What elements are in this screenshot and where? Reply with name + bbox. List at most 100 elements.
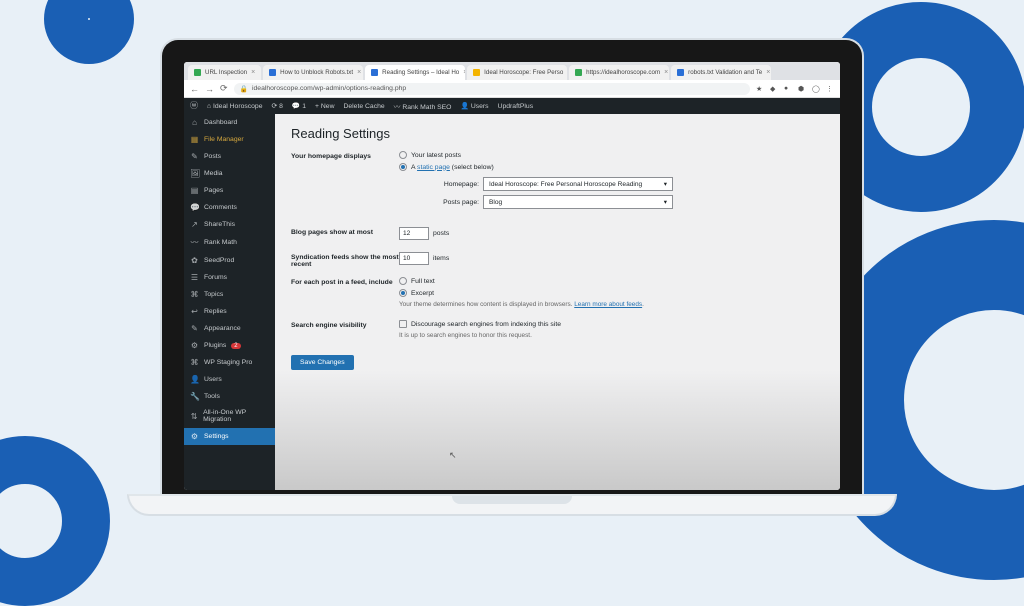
gear-icon: ⚙	[190, 432, 199, 441]
page-title: Reading Settings	[291, 126, 824, 141]
update-badge: 2	[231, 343, 240, 349]
sidebar-item-settings[interactable]: ⚙Settings	[184, 428, 275, 445]
new-link[interactable]: + New	[315, 103, 334, 110]
radio-full-text[interactable]	[399, 277, 407, 285]
staging-icon: ⌘	[190, 358, 199, 367]
radio-label: Your latest posts	[411, 152, 461, 159]
sidebar-item-dashboard[interactable]: ⌂Dashboard	[184, 114, 275, 131]
sidebar-item-forums[interactable]: ☰Forums	[184, 269, 275, 286]
sidebar-item-users[interactable]: 👤Users	[184, 371, 275, 388]
back-icon[interactable]: ←	[190, 84, 199, 94]
page-icon: ▤	[190, 186, 199, 195]
label-syndication: Syndication feeds show the most recent	[291, 252, 399, 268]
sidebar-item-rankmath[interactable]: 〰Rank Math	[184, 233, 275, 252]
close-icon[interactable]: ×	[664, 69, 668, 76]
checkbox-discourage[interactable]	[399, 320, 407, 328]
sidebar-item-plugins[interactable]: ⚙Plugins2	[184, 337, 275, 354]
browser-tab[interactable]: robots.txt Validation and Te×	[671, 65, 771, 80]
menu-icon[interactable]: ⋮	[826, 85, 834, 93]
extension-icon[interactable]: ★	[756, 85, 764, 93]
sidebar-item-seedprod[interactable]: ✿SeedProd	[184, 252, 275, 269]
sidebar-item-file-manager[interactable]: ▦File Manager	[184, 131, 275, 148]
delete-cache-link[interactable]: Delete Cache	[343, 103, 384, 110]
label-blog-pages: Blog pages show at most	[291, 227, 399, 236]
rankmath-icon: 〰	[190, 237, 199, 248]
migrate-icon: ⇅	[190, 412, 198, 421]
close-icon[interactable]: ×	[766, 69, 770, 76]
sidebar-item-tools[interactable]: 🔧Tools	[184, 388, 275, 405]
sidebar-item-topics[interactable]: ⌘Topics	[184, 286, 275, 303]
radio-label: A static page (select below)	[411, 164, 494, 171]
sidebar-item-posts[interactable]: ✎Posts	[184, 148, 275, 165]
sidebar-item-sharethis[interactable]: ↗ShareThis	[184, 216, 275, 233]
wordpress-icon[interactable]: ⓦ	[190, 102, 198, 110]
blog-pages-input[interactable]: 12	[399, 227, 429, 240]
browser-tab[interactable]: https://idealhoroscope.com×	[569, 65, 669, 80]
reply-icon: ↩	[190, 307, 199, 316]
updates-link[interactable]: ⟳ 8	[272, 102, 283, 110]
url-text: idealhoroscope.com/wp-admin/options-read…	[252, 85, 406, 92]
browser-tab-strip: URL Inspection× How to Unblock Robots.tx…	[184, 62, 840, 80]
pin-icon: ✎	[190, 152, 199, 161]
comment-icon: 💬	[190, 203, 199, 212]
sidebar-item-wpstaging[interactable]: ⌘WP Staging Pro	[184, 354, 275, 371]
radio-excerpt[interactable]	[399, 289, 407, 297]
rankmath-link[interactable]: 〰 Rank Math SEO	[394, 101, 452, 111]
extension-icon[interactable]: ◆	[770, 85, 778, 93]
close-icon[interactable]: ×	[357, 69, 361, 76]
sidebar-item-comments[interactable]: 💬Comments	[184, 199, 275, 216]
reload-icon[interactable]: ⟳	[220, 83, 228, 94]
sidebar-item-aio-migration[interactable]: ⇅All-in-One WP Migration	[184, 405, 275, 428]
checkbox-label: Discourage search engines from indexing …	[411, 321, 561, 328]
syndication-input[interactable]: 10	[399, 252, 429, 265]
users-link[interactable]: 👤 Users	[460, 102, 488, 110]
comments-link[interactable]: 💬 1	[292, 102, 306, 110]
user-icon: 👤	[190, 375, 199, 384]
sidebar-item-pages[interactable]: ▤Pages	[184, 182, 275, 199]
save-button[interactable]: Save Changes	[291, 355, 354, 370]
forward-icon[interactable]: →	[205, 84, 214, 94]
folder-icon: ▦	[190, 135, 199, 144]
browser-tab-active[interactable]: Reading Settings – Ideal Ho×	[365, 65, 465, 80]
extension-icon[interactable]: ●	[784, 85, 792, 93]
sidebar-item-replies[interactable]: ↩Replies	[184, 303, 275, 320]
updraft-link[interactable]: UpdraftPlus	[498, 103, 534, 110]
seedprod-icon: ✿	[190, 256, 199, 265]
radio-static-page[interactable]	[399, 163, 407, 171]
sidebar-item-media[interactable]: 🖼Media	[184, 165, 275, 182]
browser-tab[interactable]: How to Unblock Robots.txt×	[263, 65, 363, 80]
label-search-visibility: Search engine visibility	[291, 320, 399, 329]
laptop-frame: URL Inspection× How to Unblock Robots.tx…	[160, 38, 864, 516]
dashboard-icon: ⌂	[190, 118, 199, 127]
sidebar-item-appearance[interactable]: ✎Appearance	[184, 320, 275, 337]
radio-latest-posts[interactable]	[399, 151, 407, 159]
plugin-icon: ⚙	[190, 341, 199, 350]
settings-content: Reading Settings Your homepage displays …	[275, 114, 840, 490]
forum-icon: ☰	[190, 273, 199, 282]
label-homepage-select: Homepage:	[433, 181, 479, 188]
homepage-select[interactable]: Ideal Horoscope: Free Personal Horoscope…	[483, 177, 673, 191]
extension-icon[interactable]: ⬢	[798, 85, 806, 93]
site-name[interactable]: ⌂ Ideal Horoscope	[207, 103, 263, 110]
feed-note: Your theme determines how content is dis…	[399, 301, 824, 308]
browser-tab[interactable]: Ideal Horoscope: Free Perso×	[467, 65, 567, 80]
posts-page-select[interactable]: Blog▾	[483, 195, 673, 209]
wp-admin-bar: ⓦ ⌂ Ideal Horoscope ⟳ 8 💬 1 + New Delete…	[184, 98, 840, 114]
close-icon[interactable]: ×	[251, 69, 255, 76]
label-posts-select: Posts page:	[433, 199, 479, 206]
profile-icon[interactable]: ◯	[812, 85, 820, 93]
label-homepage-displays: Your homepage displays	[291, 151, 399, 160]
radio-label: Full text	[411, 278, 435, 285]
url-field[interactable]: 🔒 idealhoroscope.com/wp-admin/options-re…	[234, 83, 750, 95]
brush-icon: ✎	[190, 324, 199, 333]
learn-feeds-link[interactable]: Learn more about feeds	[574, 301, 642, 308]
chevron-down-icon: ▾	[664, 198, 667, 206]
browser-tab[interactable]: URL Inspection×	[188, 65, 261, 80]
media-icon: 🖼	[190, 169, 199, 178]
topic-icon: ⌘	[190, 290, 199, 299]
close-icon[interactable]: ×	[463, 69, 465, 76]
unit-label: posts	[433, 230, 449, 237]
unit-label: items	[433, 255, 449, 262]
radio-label: Excerpt	[411, 290, 434, 297]
static-page-link[interactable]: static page	[417, 164, 450, 171]
